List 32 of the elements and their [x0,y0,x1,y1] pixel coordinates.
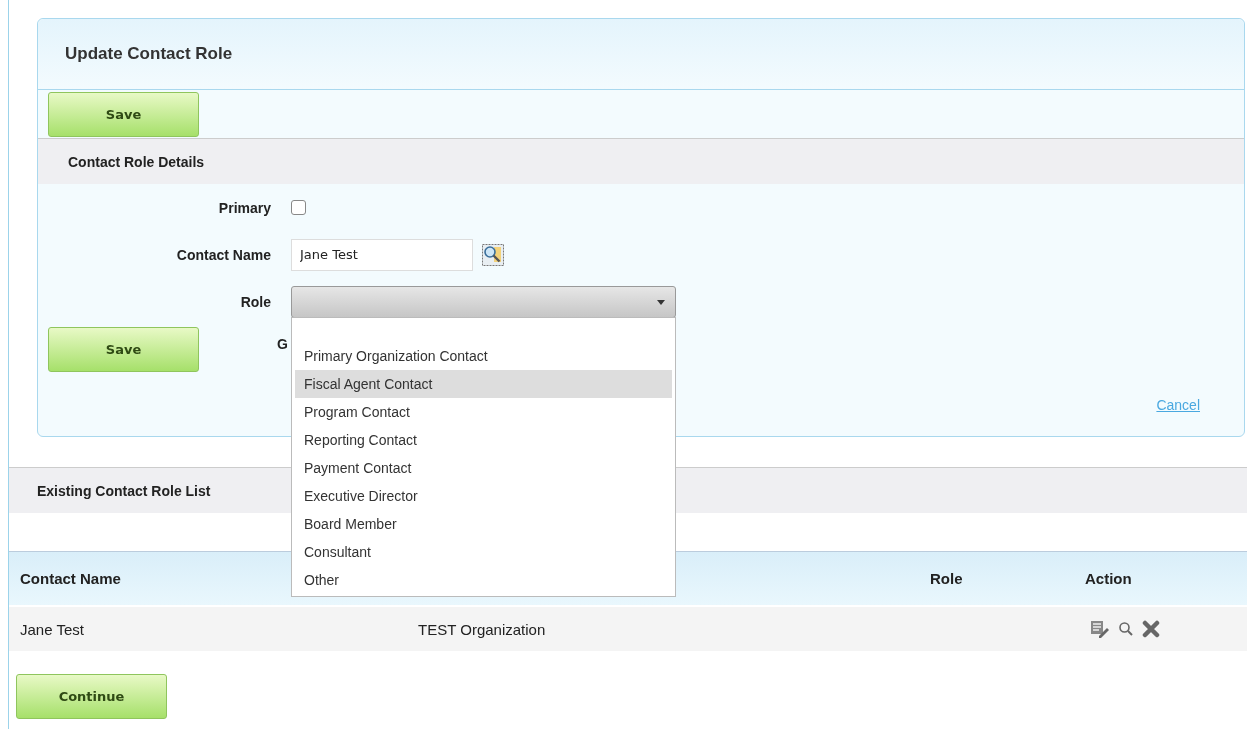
delete-icon[interactable] [1142,620,1160,638]
field-label: Role [239,293,271,310]
dropdown-option[interactable]: Executive Director [295,482,672,510]
edit-icon[interactable] [1090,619,1110,639]
save-button[interactable]: Save [48,326,199,372]
dropdown-option[interactable]: Other [295,566,672,594]
contact-name-field[interactable]: Jane Test [291,238,473,271]
field-label: Contact Name [175,246,271,263]
role-dropdown[interactable] [291,285,676,318]
table-cell: Jane Test [20,620,84,638]
table-cell: TEST Organization [418,620,546,638]
column-header: Contact Name [20,570,121,587]
lookup-icon[interactable] [482,243,504,266]
column-header: Action [1085,570,1133,587]
dropdown-option[interactable]: Primary Organization Contact [295,342,672,370]
column-header: Role [930,570,964,587]
save-button[interactable]: Save [48,92,199,137]
dropdown-option[interactable]: Fiscal Agent Contact [295,370,672,398]
dropdown-option[interactable]: Payment Contact [295,454,672,482]
dropdown-option[interactable]: Consultant [295,538,672,566]
dropdown-option[interactable]: Board Member [295,510,672,538]
field-label: Primary [217,199,271,216]
caret-icon [657,299,665,305]
dropdown-option[interactable]: Reporting Contact [295,426,672,454]
continue-button[interactable]: Continue [16,674,167,719]
search-icon[interactable] [1118,621,1134,637]
panel-title: Update Contact Role [65,44,233,64]
checkbox[interactable] [291,200,306,215]
dropdown-option[interactable]: Program Contact [295,398,672,426]
section-title: Existing Contact Role List [37,482,211,499]
field-label: G [277,336,288,352]
section-title: Contact Role Details [68,153,205,170]
